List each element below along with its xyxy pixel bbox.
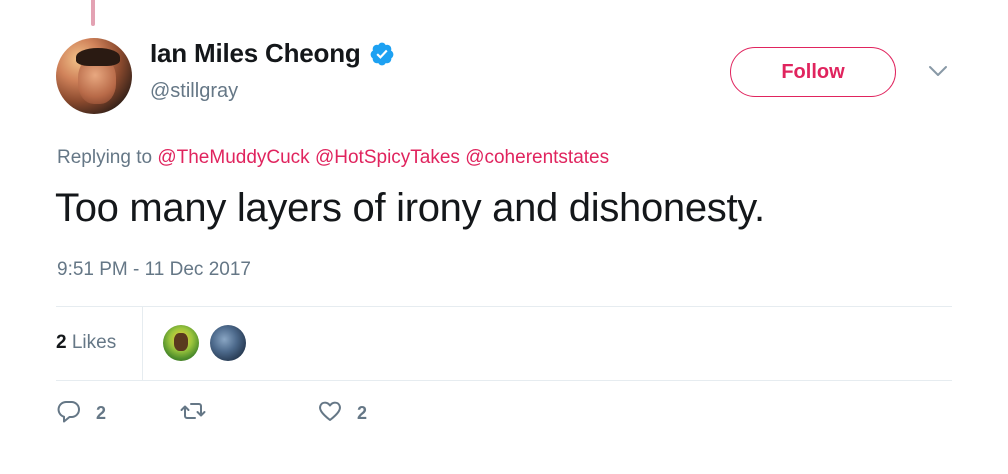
liker-avatar-figure (174, 333, 188, 351)
like-count: 2 (357, 403, 368, 423)
likes-label: Likes (71, 332, 117, 353)
tweet-text: Too many layers of irony and dishonesty. (55, 186, 765, 230)
follow-button[interactable]: Follow (730, 47, 896, 97)
reply-button[interactable]: 2 (56, 398, 106, 429)
stats-separator (142, 307, 143, 380)
verified-badge-icon (369, 41, 395, 67)
mention-link[interactable]: @TheMuddyCuck (157, 147, 309, 168)
retweet-icon (180, 398, 206, 429)
divider (56, 380, 952, 381)
like-button[interactable]: 2 (317, 398, 367, 429)
reply-context: Replying to @TheMuddyCuck @HotSpicyTakes… (57, 147, 609, 169)
avatar-hair (76, 48, 120, 66)
author-avatar[interactable] (56, 38, 132, 114)
author-display-name[interactable]: Ian Miles Cheong (150, 38, 361, 69)
retweet-button[interactable] (180, 398, 220, 429)
chevron-down-icon[interactable] (928, 64, 948, 78)
liker-avatar[interactable] (210, 325, 246, 361)
reply-count: 2 (96, 403, 107, 423)
mention-link[interactable]: @coherentstates (465, 147, 609, 168)
reply-icon (56, 398, 82, 429)
likes-stat[interactable]: 2 Likes (56, 332, 116, 354)
thread-connector-line (91, 0, 95, 26)
liker-avatar[interactable] (163, 325, 199, 361)
heart-icon (317, 398, 343, 429)
tweet-stats: 2 Likes (56, 307, 952, 380)
author-handle[interactable]: @stillgray (150, 80, 238, 103)
reply-context-prefix: Replying to (57, 147, 153, 168)
tweet-actions: 2 2 (56, 398, 656, 434)
tweet-timestamp[interactable]: 9:51 PM - 11 Dec 2017 (57, 259, 251, 281)
likes-count: 2 (56, 332, 67, 353)
author-name-row: Ian Miles Cheong (150, 38, 395, 69)
mention-link[interactable]: @HotSpicyTakes (315, 147, 460, 168)
